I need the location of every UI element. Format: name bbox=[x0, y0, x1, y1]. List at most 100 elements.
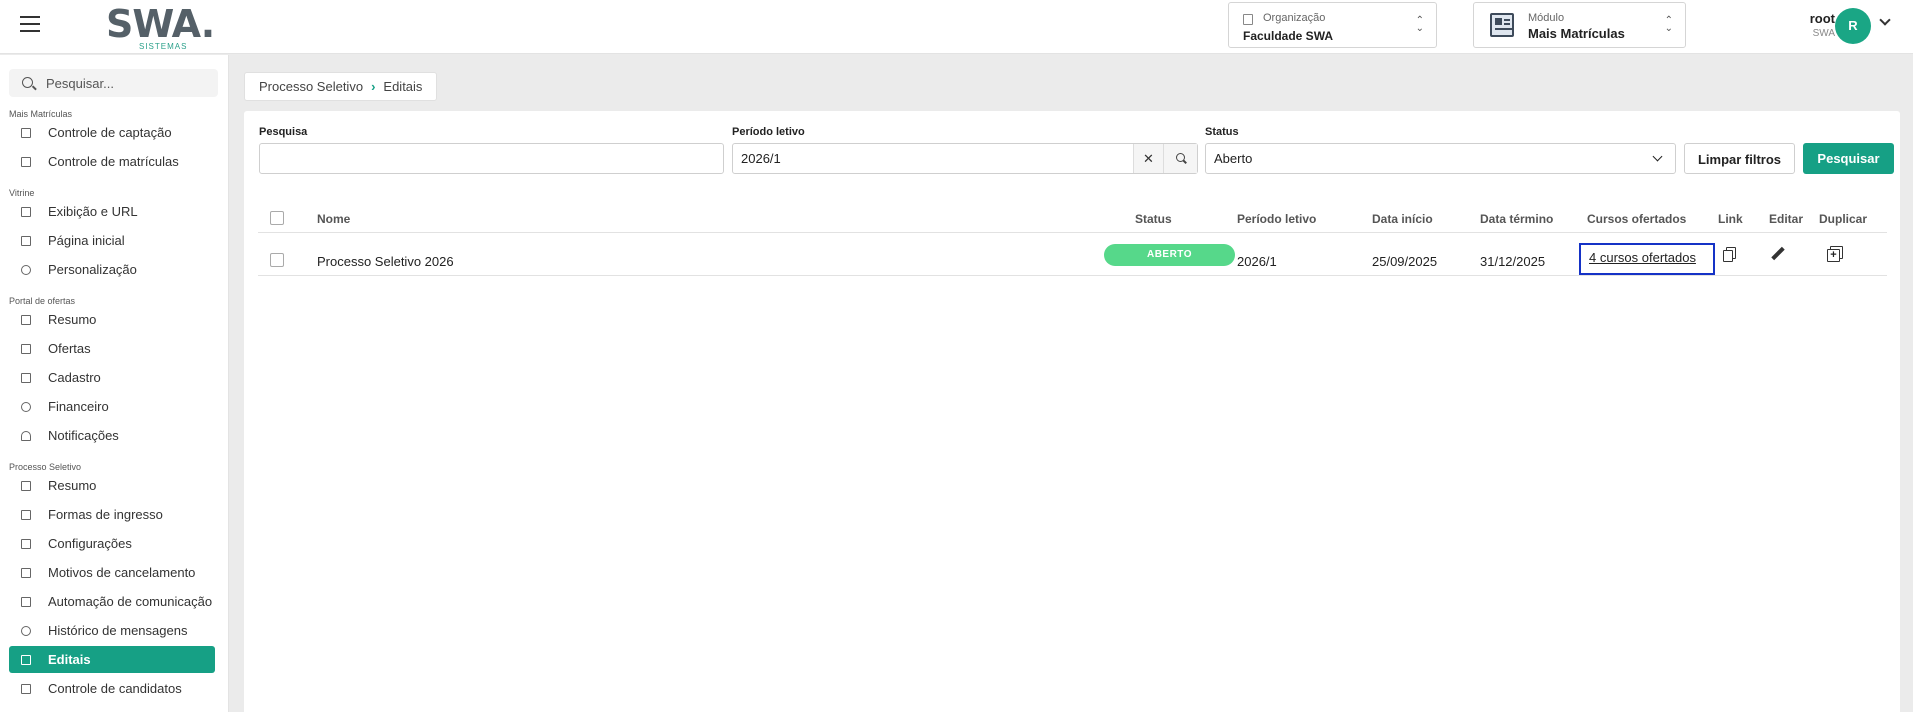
sidebar-item-automacao-comunicacao[interactable]: Automação de comunicação bbox=[9, 588, 215, 615]
column-header-editar: Editar bbox=[1769, 212, 1804, 226]
module-selector[interactable]: Módulo Mais Matrículas ⌃ ⌄ bbox=[1473, 2, 1686, 48]
sidebar-item-exibicao-url[interactable]: Exibição e URL bbox=[9, 198, 215, 225]
sidebar-item-formas-ingresso[interactable]: Formas de ingresso bbox=[9, 501, 215, 528]
module-value: Mais Matrículas bbox=[1528, 26, 1625, 41]
organization-value: Faculdade SWA bbox=[1243, 29, 1334, 43]
sidebar-item-label: Formas de ingresso bbox=[48, 507, 163, 522]
main-content: Processo Seletivo › Editais Pesquisa Per… bbox=[229, 55, 1913, 712]
user-org: SWA bbox=[1812, 28, 1835, 39]
sidebar-item-cadastro[interactable]: Cadastro bbox=[9, 364, 215, 391]
sidebar: Pesquisar... Mais Matrículas Controle de… bbox=[0, 55, 229, 712]
sidebar-item-controle-captacao[interactable]: Controle de captação bbox=[9, 119, 215, 146]
sidebar-item-label: Personalização bbox=[48, 262, 137, 277]
status-label: Status bbox=[1205, 126, 1239, 138]
column-header-periodo[interactable]: Período letivo bbox=[1237, 212, 1316, 226]
sidebar-section-title: Processo Seletivo bbox=[9, 462, 82, 472]
sidebar-section-title: Portal de ofertas bbox=[9, 296, 76, 306]
sidebar-item-ofertas[interactable]: Ofertas bbox=[9, 335, 215, 362]
sidebar-item-resumo-processo[interactable]: Resumo bbox=[9, 472, 215, 499]
bell-icon bbox=[21, 431, 31, 441]
search-icon[interactable] bbox=[1163, 144, 1197, 173]
money-icon bbox=[21, 402, 31, 412]
column-header-link: Link bbox=[1718, 212, 1743, 226]
grid-icon bbox=[21, 236, 31, 246]
chat-icon bbox=[21, 626, 31, 636]
list-icon bbox=[21, 568, 31, 578]
organization-selector[interactable]: Organização Faculdade SWA ⌃ ⌄ bbox=[1228, 2, 1437, 48]
breadcrumb-parent[interactable]: Processo Seletivo bbox=[259, 79, 363, 94]
column-header-nome[interactable]: Nome bbox=[317, 212, 350, 226]
building-icon bbox=[1243, 14, 1253, 25]
sidebar-item-label: Automação de comunicação bbox=[48, 594, 213, 609]
column-header-data-termino[interactable]: Data término bbox=[1480, 212, 1553, 226]
browser-icon bbox=[21, 207, 31, 217]
sidebar-item-label: Exibição e URL bbox=[48, 204, 138, 219]
row-period: 2026/1 bbox=[1237, 254, 1277, 269]
period-label: Período letivo bbox=[732, 126, 805, 138]
chevron-right-icon: › bbox=[371, 79, 376, 94]
breadcrumb: Processo Seletivo › Editais bbox=[244, 72, 438, 101]
chevron-down-icon[interactable] bbox=[1879, 14, 1891, 26]
period-field[interactable]: 2026/1 ✕ bbox=[732, 143, 1198, 174]
graduation-icon bbox=[21, 539, 31, 549]
logo-text: SWA. bbox=[106, 2, 215, 46]
sidebar-item-personalizacao[interactable]: Personalização bbox=[9, 256, 215, 283]
column-header-data-inicio[interactable]: Data início bbox=[1372, 212, 1433, 226]
avatar[interactable]: R bbox=[1835, 8, 1871, 44]
column-header-status[interactable]: Status bbox=[1135, 212, 1172, 226]
user-edit-icon bbox=[21, 373, 31, 383]
close-icon[interactable]: ✕ bbox=[1133, 144, 1163, 173]
editais-panel: Pesquisa Período letivo 2026/1 ✕ Status … bbox=[244, 111, 1900, 712]
row-start-date: 25/09/2025 bbox=[1372, 254, 1438, 269]
sidebar-item-editais[interactable]: Editais bbox=[9, 646, 215, 673]
document-icon bbox=[21, 684, 31, 694]
row-checkbox[interactable] bbox=[270, 253, 284, 267]
search-icon bbox=[22, 77, 33, 88]
courses-offered-link[interactable]: 4 cursos ofertados bbox=[1579, 243, 1715, 275]
mail-icon bbox=[21, 597, 31, 607]
column-header-cursos[interactable]: Cursos ofertados bbox=[1587, 212, 1686, 226]
summary-icon bbox=[21, 315, 31, 325]
up-down-chevron-icon: ⌃ ⌄ bbox=[1664, 15, 1673, 34]
logo-subtitle: SISTEMAS bbox=[139, 42, 188, 51]
sidebar-item-notificacoes[interactable]: Notificações bbox=[9, 422, 215, 449]
search-label: Pesquisa bbox=[259, 126, 308, 138]
sidebar-item-motivos-cancelamento[interactable]: Motivos de cancelamento bbox=[9, 559, 215, 586]
sidebar-item-pagina-inicial[interactable]: Página inicial bbox=[9, 227, 215, 254]
top-bar: SWA. SISTEMAS Organização Faculdade SWA … bbox=[0, 0, 1913, 54]
sidebar-item-label: Histórico de mensagens bbox=[48, 623, 188, 638]
breadcrumb-current: Editais bbox=[383, 79, 423, 94]
sidebar-item-label: Ofertas bbox=[48, 341, 91, 356]
organization-label: Organização bbox=[1263, 12, 1326, 24]
select-all-checkbox[interactable] bbox=[270, 211, 284, 225]
id-card-icon bbox=[21, 510, 31, 520]
logo[interactable]: SWA. SISTEMAS bbox=[106, 5, 215, 51]
sidebar-item-controle-candidatos[interactable]: Controle de candidatos bbox=[9, 675, 215, 702]
chevron-down-icon bbox=[1652, 151, 1663, 162]
sidebar-item-label: Editais bbox=[48, 652, 91, 667]
copy-link-icon[interactable] bbox=[1723, 246, 1739, 262]
sidebar-item-resumo-portal[interactable]: Resumo bbox=[9, 306, 215, 333]
edit-icon[interactable] bbox=[1770, 246, 1786, 262]
sidebar-item-label: Motivos de cancelamento bbox=[48, 565, 196, 580]
sidebar-search-input[interactable]: Pesquisar... bbox=[9, 69, 218, 97]
search-button[interactable]: Pesquisar bbox=[1803, 143, 1894, 174]
search-input[interactable] bbox=[259, 143, 724, 174]
sidebar-item-label: Resumo bbox=[48, 478, 97, 493]
sidebar-item-configuracoes[interactable]: Configurações bbox=[9, 530, 215, 557]
menu-icon[interactable] bbox=[20, 16, 40, 32]
duplicate-icon[interactable] bbox=[1827, 246, 1843, 262]
status-select[interactable]: Aberto bbox=[1205, 143, 1676, 174]
sidebar-search-placeholder: Pesquisar... bbox=[46, 76, 114, 91]
sidebar-item-label: Configurações bbox=[48, 536, 132, 551]
period-value: 2026/1 bbox=[741, 151, 781, 166]
sidebar-item-label: Financeiro bbox=[48, 399, 109, 414]
sidebar-item-financeiro[interactable]: Financeiro bbox=[9, 393, 215, 420]
user-name: root bbox=[1809, 11, 1835, 26]
clear-filters-button[interactable]: Limpar filtros bbox=[1684, 143, 1795, 174]
sidebar-item-label: Controle de matrículas bbox=[48, 154, 179, 169]
sidebar-item-historico-mensagens[interactable]: Histórico de mensagens bbox=[9, 617, 215, 644]
sidebar-item-label: Cadastro bbox=[48, 370, 101, 385]
sidebar-item-controle-matriculas[interactable]: Controle de matrículas bbox=[9, 148, 215, 175]
module-icon bbox=[1490, 13, 1514, 37]
